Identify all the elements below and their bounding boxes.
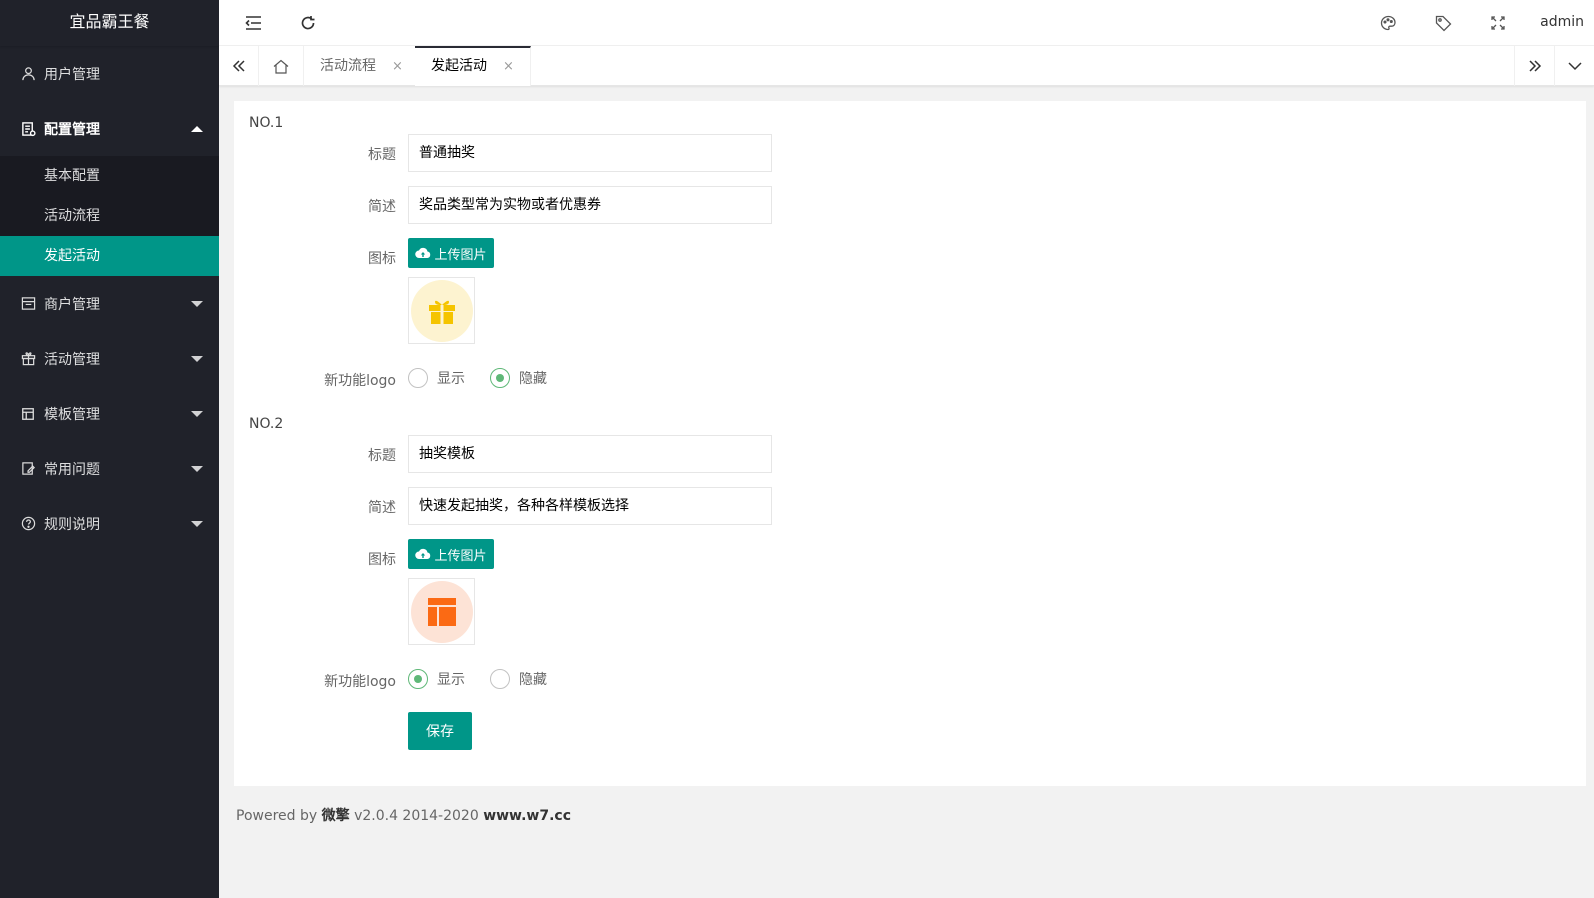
upload-image-button[interactable]: 上传图片 (408, 539, 494, 569)
config-icon (20, 121, 36, 137)
footer-version: v2.0.4 2014-2020 (354, 808, 479, 824)
footer-prefix: Powered by (236, 808, 318, 824)
theme-palette-icon[interactable] (1378, 13, 1398, 33)
footer-site-link[interactable]: www.w7.cc (483, 808, 571, 824)
new-logo-label: 新功能logo (324, 674, 396, 690)
radio-circle (490, 669, 510, 689)
tag-icon[interactable] (1433, 13, 1453, 33)
footer: Powered by 微擎 v2.0.4 2014-2020 www.w7.cc (236, 805, 571, 825)
icon-label: 图标 (368, 251, 396, 267)
title-input[interactable]: 抽奖模板 (408, 435, 772, 473)
title-label: 标题 (368, 448, 396, 464)
sidebar-item-templates[interactable]: 模板管理 (0, 386, 219, 441)
sidebar-item-label: 商户管理 (44, 296, 100, 313)
sidebar-item-label: 常用问题 (44, 461, 100, 478)
radio-circle-checked (490, 368, 510, 388)
tabs-scroll-right-icon[interactable] (1514, 46, 1554, 86)
top-header: admin (219, 0, 1594, 46)
template-icon (20, 406, 36, 422)
menu-collapse-icon[interactable] (243, 13, 263, 33)
sidebar-item-label: 配置管理 (44, 121, 100, 138)
radio-show[interactable]: 显示 (408, 669, 465, 689)
section-number: NO.1 (249, 115, 284, 131)
home-icon[interactable] (259, 46, 304, 86)
desc-input[interactable]: 奖品类型常为实物或者优惠券 (408, 186, 772, 224)
sidebar-item-config[interactable]: 配置管理 (0, 101, 219, 156)
tab-label: 发起活动 (431, 58, 487, 74)
section-number: NO.2 (249, 416, 284, 432)
sidebar-subitem-activity-flow[interactable]: 活动流程 (0, 196, 219, 236)
tabs-dropdown-icon[interactable] (1554, 46, 1594, 86)
radio-circle (408, 368, 428, 388)
image-preview (408, 277, 475, 344)
radio-label: 显示 (437, 371, 465, 387)
caret-down-icon (191, 410, 203, 417)
user-icon (20, 66, 36, 82)
radio-hide[interactable]: 隐藏 (490, 669, 547, 689)
tab-label: 活动流程 (320, 58, 376, 74)
sidebar-item-merchants[interactable]: 商户管理 (0, 276, 219, 331)
content-card: NO.1 标题 普通抽奖 简述 奖品类型常为实物或者优惠券 图标 上传图片 新功… (234, 101, 1586, 786)
desc-label: 简述 (368, 199, 396, 215)
image-preview (408, 578, 475, 645)
title-label: 标题 (368, 147, 396, 163)
tabs-scroll-left-icon[interactable] (219, 46, 259, 86)
sidebar-item-faq[interactable]: 常用问题 (0, 441, 219, 496)
tab-activity-flow[interactable]: 活动流程 × (304, 46, 420, 86)
radio-hide[interactable]: 隐藏 (490, 368, 547, 388)
cloud-upload-icon (415, 247, 431, 258)
sidebar-item-label: 活动管理 (44, 351, 100, 368)
sidebar-item-label: 用户管理 (44, 66, 100, 83)
save-button[interactable]: 保存 (408, 712, 472, 750)
title-input[interactable]: 普通抽奖 (408, 134, 772, 172)
sidebar: 宜品霸王餐 用户管理 配置管理 基本配置 活动流程 发起活动 商户管理 活动管理 (0, 0, 219, 898)
radio-label: 显示 (437, 672, 465, 688)
sidebar-item-label: 模板管理 (44, 406, 100, 423)
submenu-config: 基本配置 活动流程 发起活动 (0, 156, 219, 276)
fullscreen-icon[interactable] (1488, 13, 1508, 33)
sidebar-item-label: 规则说明 (44, 516, 100, 533)
caret-down-icon (191, 520, 203, 527)
radio-circle-checked (408, 669, 428, 689)
caret-down-icon (191, 355, 203, 362)
tab-bar: 活动流程 × 发起活动 × (219, 46, 1594, 86)
refresh-icon[interactable] (298, 13, 318, 33)
cloud-upload-icon (415, 548, 431, 559)
radio-label: 隐藏 (519, 371, 547, 387)
user-menu[interactable]: admin (1540, 14, 1584, 30)
sidebar-subitem-basic-config[interactable]: 基本配置 (0, 156, 219, 196)
radio-label: 隐藏 (519, 672, 547, 688)
radio-show[interactable]: 显示 (408, 368, 465, 388)
caret-down-icon (191, 300, 203, 307)
shop-icon (20, 296, 36, 312)
desc-label: 简述 (368, 500, 396, 516)
upload-label: 上传图片 (434, 247, 487, 263)
new-logo-label: 新功能logo (324, 373, 396, 389)
sidebar-item-activities[interactable]: 活动管理 (0, 331, 219, 386)
question-edit-icon (20, 461, 36, 477)
tab-close-icon[interactable]: × (503, 59, 514, 74)
caret-up-icon (191, 125, 203, 132)
app-title: 宜品霸王餐 (0, 0, 219, 46)
sidebar-item-rules[interactable]: 规则说明 (0, 496, 219, 551)
icon-label: 图标 (368, 552, 396, 568)
layout-icon (410, 580, 473, 643)
desc-input[interactable]: 快速发起抽奖，各种各样模板选择 (408, 487, 772, 525)
gift-icon (410, 279, 473, 342)
help-circle-icon (20, 516, 36, 532)
upload-label: 上传图片 (434, 548, 487, 564)
sidebar-subitem-launch-activity[interactable]: 发起活动 (0, 236, 219, 276)
upload-image-button[interactable]: 上传图片 (408, 238, 494, 268)
tab-close-icon[interactable]: × (392, 59, 403, 74)
gift-icon (20, 351, 36, 367)
tab-launch-activity[interactable]: 发起活动 × (415, 46, 531, 86)
footer-brand: 微擎 (321, 808, 350, 824)
caret-down-icon (191, 465, 203, 472)
sidebar-item-users[interactable]: 用户管理 (0, 46, 219, 101)
